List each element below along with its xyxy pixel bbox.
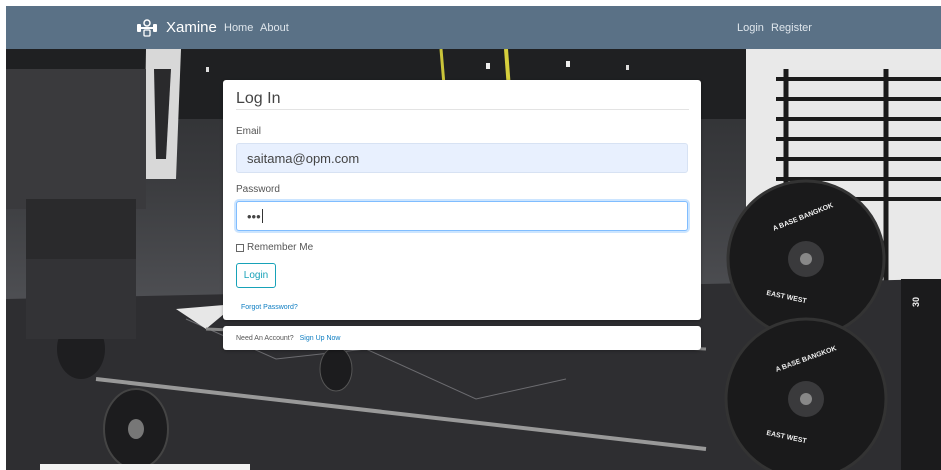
dumbbell-logo-icon: [137, 18, 157, 37]
nav-register-link[interactable]: Register: [771, 22, 812, 34]
brand[interactable]: Xamine: [136, 6, 217, 49]
bottom-strip: [40, 464, 250, 470]
login-button[interactable]: Login: [236, 263, 276, 288]
email-value: saitama@opm.com: [247, 150, 360, 166]
remember-me[interactable]: Remember Me: [236, 242, 313, 253]
brand-name[interactable]: Xamine: [166, 19, 217, 36]
signup-link[interactable]: Sign Up Now: [300, 335, 341, 342]
nav-login-link[interactable]: Login: [737, 22, 764, 34]
forgot-password-link[interactable]: Forgot Password?: [241, 304, 298, 311]
navbar: Xamine Home About Login Register: [6, 6, 941, 49]
need-account-text: Need An Account?: [236, 334, 294, 342]
signup-footer: Need An Account? Sign Up Now: [223, 326, 701, 350]
email-label: Email: [236, 126, 262, 137]
rack-label: 30: [911, 296, 922, 308]
password-field[interactable]: •••: [236, 201, 688, 231]
password-label: Password: [236, 184, 280, 195]
login-card: Log In Email saitama@opm.com Password ••…: [223, 80, 701, 320]
email-field[interactable]: saitama@opm.com: [236, 143, 688, 173]
remember-label: Remember Me: [247, 242, 314, 253]
nav-home-link[interactable]: Home: [224, 22, 253, 34]
nav-about-link[interactable]: About: [260, 22, 289, 34]
text-caret: [261, 209, 263, 223]
page: Xamine Home About Login Register A BASE …: [6, 6, 941, 470]
remember-checkbox[interactable]: [236, 243, 244, 252]
login-title: Log In: [236, 90, 281, 107]
title-divider: [236, 109, 689, 110]
password-value: •••: [247, 208, 261, 224]
